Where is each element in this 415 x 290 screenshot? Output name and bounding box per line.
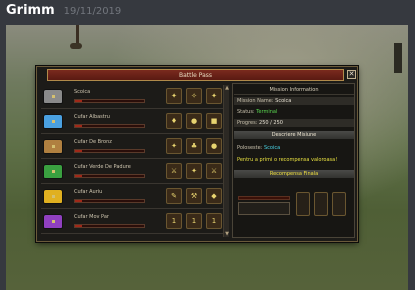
description-header: Descriere Misiune: [234, 131, 354, 139]
reward-item-icon[interactable]: ⚔: [166, 163, 182, 179]
chest-bronze-icon: [43, 139, 63, 154]
reward-item-icon[interactable]: ●: [186, 113, 202, 129]
mission-row[interactable]: Cufar Mov Par 1 1 1: [41, 210, 223, 234]
progress-line: Progres: 250 / 250: [237, 119, 283, 127]
mission-row[interactable]: Cufar Verde De Padure ⚔ ✦ ⚔: [41, 160, 223, 184]
mission-name-value: Scoica: [275, 98, 292, 104]
author-name[interactable]: Grimm: [6, 3, 55, 18]
mission-list: Scoica ✦ ✧ ✦ Cufar Albastru ♦ ● ■ Cufar …: [41, 85, 223, 237]
mission-progress-bar: [74, 149, 145, 153]
mission-name: Cufar De Bronz: [74, 139, 112, 145]
mission-progress-bar: [74, 174, 145, 178]
reward-item-icon[interactable]: ♣: [186, 138, 202, 154]
reward-item-icon[interactable]: 1: [206, 213, 222, 229]
chest-green-icon: [43, 164, 63, 179]
reward-item-icon[interactable]: ✧: [186, 88, 202, 104]
reward-item-icon[interactable]: 1: [186, 213, 202, 229]
shell-icon: [43, 89, 63, 104]
reward-item-icon[interactable]: ◆: [206, 188, 222, 204]
final-reward-slider[interactable]: [238, 196, 290, 200]
poloseste-label: Poloseste:: [237, 145, 263, 151]
window-title: Battle Pass: [178, 72, 213, 79]
mission-progress-bar: [74, 224, 145, 228]
poloseste-line: Poloseste: Scoica: [237, 144, 280, 152]
progress-label: Progres:: [237, 120, 258, 126]
scene-lamp: [394, 43, 402, 73]
chest-blue-icon: [43, 114, 63, 129]
mission-progress-bar: [74, 124, 145, 128]
mission-row[interactable]: Cufar De Bronz ✦ ♣ ●: [41, 135, 223, 159]
chest-purple-icon: [43, 214, 63, 229]
mission-name-line: Mission Name: Scoica: [237, 97, 291, 105]
reward-item-icon[interactable]: ●: [206, 138, 222, 154]
final-reward-bow-icon[interactable]: [332, 192, 346, 216]
reward-text-line: Pentru a primi o recompensa valoroasa!: [237, 156, 337, 164]
reward-item-icon[interactable]: ✦: [166, 138, 182, 154]
reward-item-icon[interactable]: ⚔: [206, 163, 222, 179]
mission-name-label: Mission Name:: [237, 98, 274, 104]
mission-progress-bar: [74, 199, 145, 203]
reward-item-icon[interactable]: ✦: [186, 163, 202, 179]
mission-info-panel: Mission Information Mission Name: Scoica…: [232, 83, 355, 238]
reward-description: Pentru a primi o recompensa valoroasa!: [237, 157, 338, 163]
reward-item-icon[interactable]: ✦: [206, 88, 222, 104]
reward-item-icon[interactable]: ✦: [166, 88, 182, 104]
close-icon[interactable]: ✕: [347, 70, 356, 79]
scene-object: [70, 43, 82, 49]
window-titlebar[interactable]: Battle Pass: [47, 69, 344, 81]
scroll-down-icon[interactable]: ▼: [224, 231, 230, 237]
mission-name: Scoica: [74, 89, 91, 95]
mission-name: Cufar Verde De Padure: [74, 164, 131, 170]
mission-name: Cufar Auriu: [74, 189, 103, 195]
final-reward-header: Recompensa Finala: [234, 170, 354, 178]
status-label: Status:: [237, 109, 255, 115]
chest-gold-icon: [43, 189, 63, 204]
battle-pass-window: Battle Pass ✕ Scoica ✦ ✧ ✦ Cufar Albastr…: [36, 66, 358, 242]
mission-list-scrollbar[interactable]: ▲ ▼: [223, 85, 229, 237]
game-screenshot[interactable]: Battle Pass ✕ Scoica ✦ ✧ ✦ Cufar Albastr…: [6, 25, 408, 290]
scroll-up-icon[interactable]: ▲: [224, 85, 230, 91]
progress-value: 250 / 250: [259, 120, 283, 126]
final-reward-bow-icon[interactable]: [296, 192, 310, 216]
poloseste-value: Scoica: [263, 145, 281, 151]
reward-item-icon[interactable]: ⚒: [186, 188, 202, 204]
mission-row[interactable]: Cufar Albastru ♦ ● ■: [41, 110, 223, 134]
info-header: Mission Information: [234, 86, 354, 95]
message-header: Grimm 19/11/2019: [6, 3, 121, 23]
message-timestamp: 19/11/2019: [63, 6, 122, 17]
mission-name: Cufar Albastru: [74, 114, 110, 120]
final-reward-bow-icon[interactable]: [314, 192, 328, 216]
claim-reward-button[interactable]: [238, 202, 290, 215]
reward-item-icon[interactable]: ♦: [166, 113, 182, 129]
reward-count: 1: [171, 217, 177, 225]
reward-item-icon[interactable]: 1: [166, 213, 182, 229]
status-line: Status: Terminal: [237, 108, 277, 116]
mission-row[interactable]: Scoica ✦ ✧ ✦: [41, 85, 223, 109]
mission-name: Cufar Mov Par: [74, 214, 109, 220]
mission-progress-bar: [74, 99, 145, 103]
mission-row[interactable]: Cufar Auriu ✎ ⚒ ◆: [41, 185, 223, 209]
status-value: Terminal: [256, 109, 278, 115]
reward-count: 1: [191, 217, 197, 225]
reward-item-icon[interactable]: ✎: [166, 188, 182, 204]
reward-count: 1: [211, 217, 217, 225]
reward-item-icon[interactable]: ■: [206, 113, 222, 129]
